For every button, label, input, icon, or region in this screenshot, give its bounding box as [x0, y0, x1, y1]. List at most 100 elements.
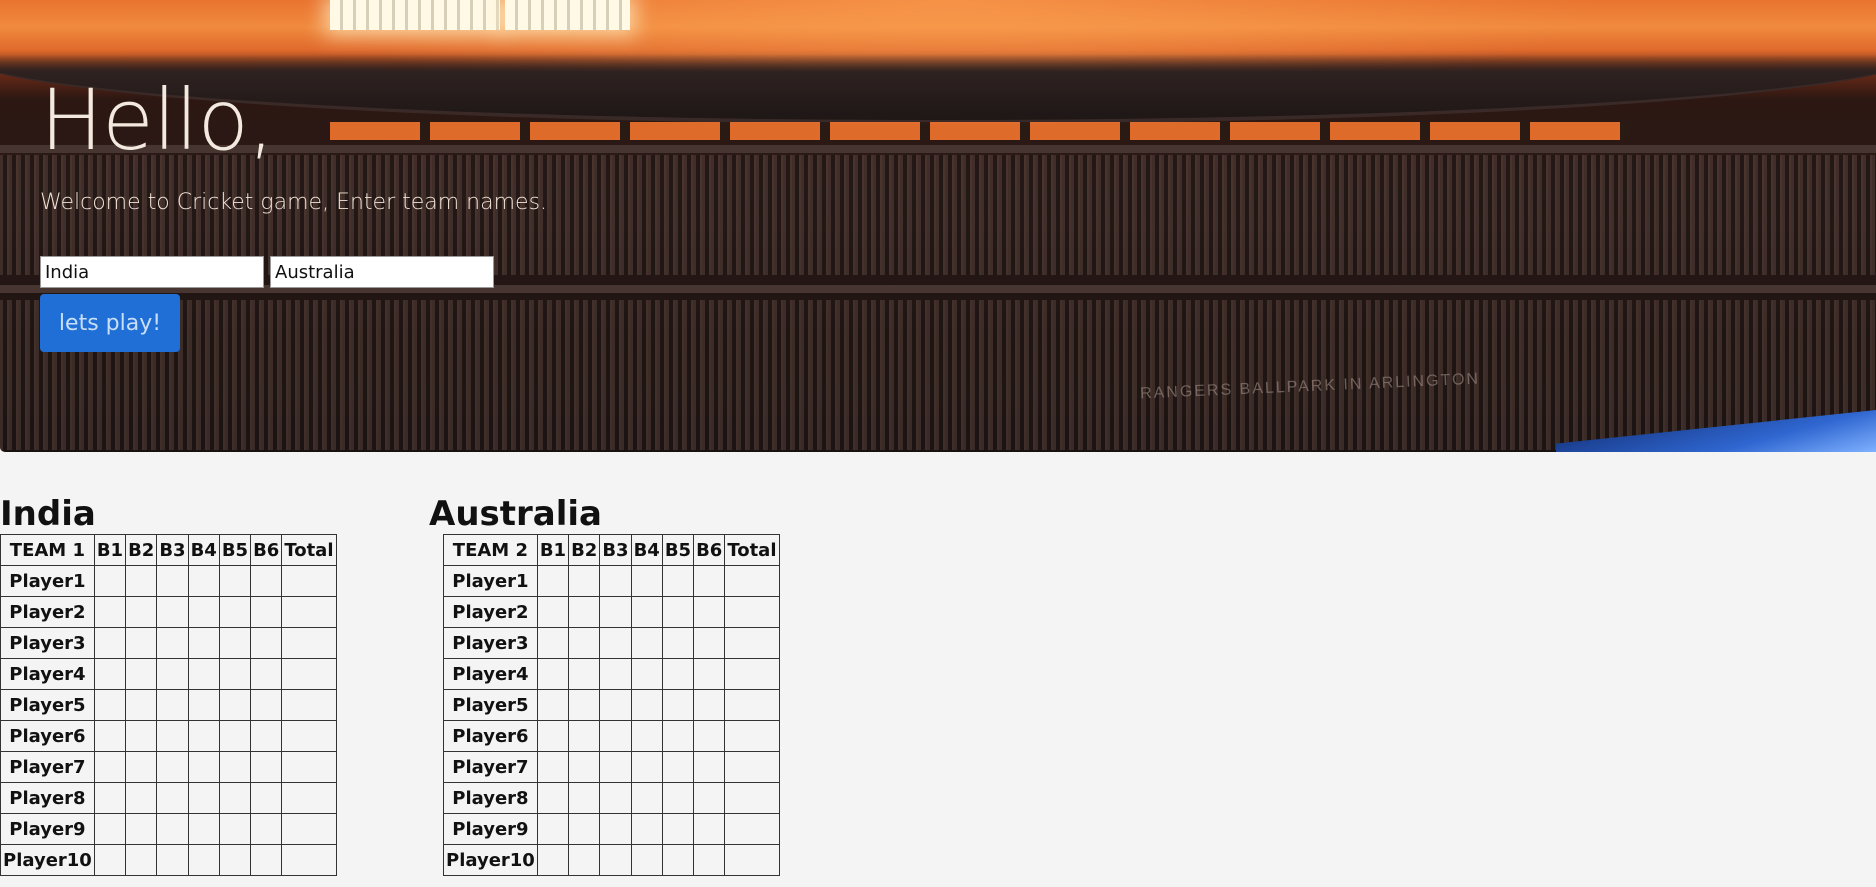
team1-name-input[interactable]	[40, 256, 264, 288]
total-cell	[724, 596, 780, 628]
total-cell	[281, 844, 337, 876]
ball-score-cell	[693, 565, 726, 597]
ball-score-cell	[693, 813, 726, 845]
total-cell	[724, 565, 780, 597]
ball-score-cell	[187, 627, 220, 659]
ball-score-cell	[156, 627, 189, 659]
ball-score-cell	[156, 813, 189, 845]
ball-score-cell	[156, 844, 189, 876]
player-name: Player9	[0, 813, 95, 845]
player-row: Player7	[0, 751, 337, 783]
player-name: Player5	[443, 689, 538, 721]
ball-score-cell	[187, 844, 220, 876]
ball-score-cell	[568, 751, 601, 783]
player-row: Player5	[0, 689, 337, 721]
total-cell	[281, 658, 337, 690]
ball-header: B3	[599, 534, 632, 566]
team2-name-input[interactable]	[270, 256, 494, 288]
total-cell	[724, 782, 780, 814]
ball-score-cell	[693, 596, 726, 628]
total-header: Total	[281, 534, 337, 566]
ball-score-cell	[93, 751, 127, 783]
ball-score-cell	[599, 844, 632, 876]
ball-score-cell	[125, 782, 158, 814]
total-cell	[281, 720, 337, 752]
ball-score-cell	[250, 565, 283, 597]
ball-score-cell	[218, 782, 252, 814]
team-label-header: TEAM 2	[443, 534, 538, 566]
ball-score-cell	[536, 813, 570, 845]
ball-score-cell	[599, 813, 632, 845]
ball-score-cell	[93, 627, 127, 659]
ball-header: B4	[630, 534, 663, 566]
ball-header: B2	[568, 534, 601, 566]
ball-score-cell	[693, 751, 726, 783]
ball-score-cell	[536, 751, 570, 783]
player-row: Player4	[0, 658, 337, 690]
ball-score-cell	[661, 658, 695, 690]
ball-score-cell	[599, 658, 632, 690]
total-cell	[724, 627, 780, 659]
ball-score-cell	[250, 844, 283, 876]
ball-score-cell	[93, 813, 127, 845]
ball-score-cell	[156, 782, 189, 814]
player-name: Player2	[443, 596, 538, 628]
ball-score-cell	[568, 844, 601, 876]
player-row: Player9	[0, 813, 337, 845]
player-row: Player1	[443, 565, 780, 597]
stadium-crowd	[0, 300, 1876, 450]
ball-score-cell	[536, 689, 570, 721]
ball-score-cell	[93, 689, 127, 721]
ball-header: B3	[156, 534, 189, 566]
ball-score-cell	[250, 720, 283, 752]
total-cell	[281, 813, 337, 845]
player-row: Player8	[443, 782, 780, 814]
lets-play-button[interactable]: lets play!	[40, 294, 180, 352]
player-name: Player3	[443, 627, 538, 659]
ball-score-cell	[156, 689, 189, 721]
ball-score-cell	[218, 844, 252, 876]
total-cell	[281, 751, 337, 783]
ball-score-cell	[661, 565, 695, 597]
ball-score-cell	[536, 782, 570, 814]
player-name: Player1	[443, 565, 538, 597]
total-cell	[724, 720, 780, 752]
ball-score-cell	[187, 751, 220, 783]
player-row: Player8	[0, 782, 337, 814]
total-cell	[724, 658, 780, 690]
ball-score-cell	[93, 782, 127, 814]
scorecard-header-row: TEAM 1 B1 B2 B3 B4 B5 B6 Total	[0, 534, 337, 566]
ball-score-cell	[630, 782, 663, 814]
ball-score-cell	[156, 751, 189, 783]
ball-score-cell	[599, 751, 632, 783]
ball-score-cell	[568, 782, 601, 814]
ball-score-cell	[187, 565, 220, 597]
team1-heading: India	[0, 494, 96, 534]
ball-header: B5	[218, 534, 252, 566]
ball-score-cell	[187, 658, 220, 690]
ball-score-cell	[125, 844, 158, 876]
hero-content: Hello, Welcome to Cricket game, Enter te…	[40, 70, 547, 215]
ball-score-cell	[218, 813, 252, 845]
ball-score-cell	[630, 844, 663, 876]
ball-score-cell	[630, 813, 663, 845]
player-row: Player4	[443, 658, 780, 690]
ball-score-cell	[250, 782, 283, 814]
player-name: Player3	[0, 627, 95, 659]
ball-score-cell	[125, 751, 158, 783]
ball-score-cell	[661, 689, 695, 721]
team2-heading: Australia	[429, 494, 602, 534]
scorecard-header-row: TEAM 2 B1 B2 B3 B4 B5 B6 Total	[443, 534, 780, 566]
ball-score-cell	[187, 720, 220, 752]
ball-score-cell	[630, 689, 663, 721]
ball-score-cell	[93, 720, 127, 752]
total-cell	[724, 751, 780, 783]
ball-score-cell	[93, 596, 127, 628]
total-cell	[281, 596, 337, 628]
player-row: Player1	[0, 565, 337, 597]
player-name: Player9	[443, 813, 538, 845]
player-row: Player2	[443, 596, 780, 628]
ball-score-cell	[187, 596, 220, 628]
player-name: Player1	[0, 565, 95, 597]
player-row: Player5	[443, 689, 780, 721]
